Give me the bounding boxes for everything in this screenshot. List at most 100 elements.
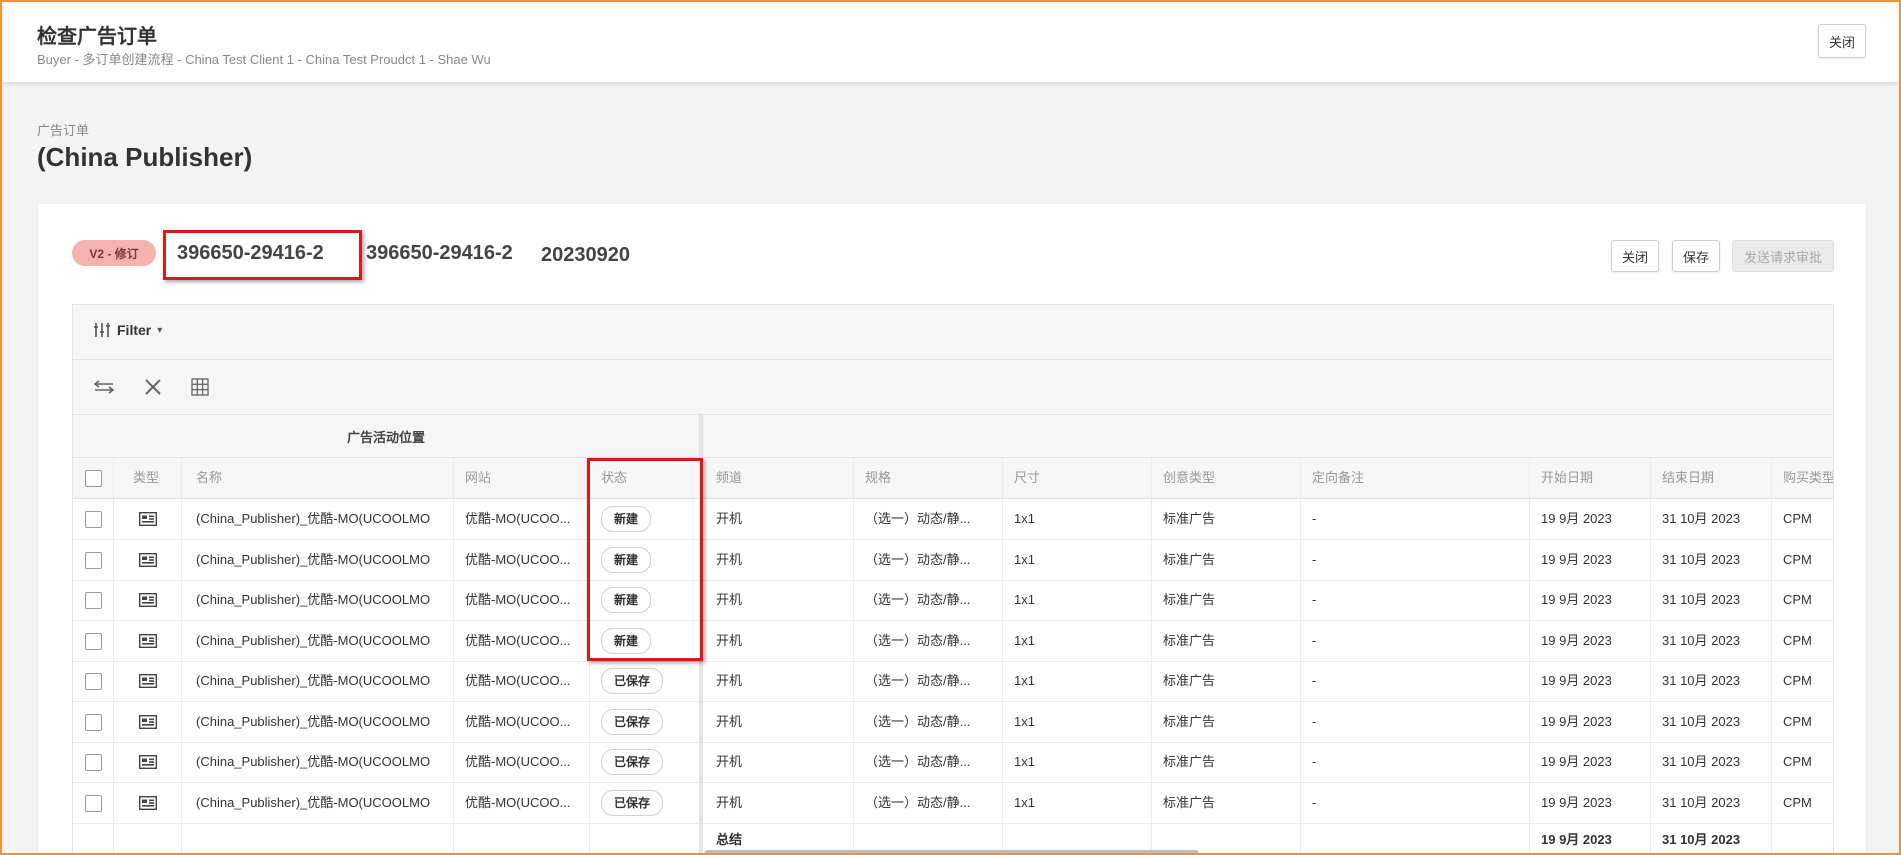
ad-unit-icon [139,499,173,539]
table-header: 类型 名称 网站 状态 频道 规格 尺寸 创意类型 定向备注 开始日期 结束日期… [73,458,1833,499]
save-button[interactable]: 保存 [1672,240,1720,272]
filter-label: Filter [117,322,152,338]
swap-icon[interactable] [92,376,116,398]
col-header-targeting[interactable]: 定向备注 [1312,458,1462,498]
summary-label: 总结 [716,832,743,847]
grid-icon[interactable] [188,376,212,398]
cell-status: 新建 [601,580,681,620]
header-bar: 检查广告订单 Buyer - 多订单创建流程 - China Test Clie… [2,2,1899,82]
cell-buy-type: CPM [1783,673,1812,688]
cell-creative-type: 标准广告 [1163,592,1216,607]
page-subtitle: Buyer - 多订单创建流程 - China Test Client 1 - … [37,52,491,67]
col-header-spec[interactable]: 规格 [865,458,965,498]
table-row[interactable]: (China_Publisher)_优酷-MO(UCOOLMO... 优酷-MO(… [73,621,1833,662]
row-checkbox[interactable] [85,551,102,569]
cell-site: 优酷-MO(UCOO... [465,713,571,729]
cell-status: 已保存 [601,661,681,701]
ad-unit-icon [139,661,173,701]
cell-name: (China_Publisher)_优酷-MO(UCOOLMO... [196,551,431,567]
cell-targeting: - [1312,632,1317,648]
cell-spec: （选一）动态/静... [865,754,971,769]
cell-buy-type: CPM [1783,713,1812,729]
cell-size: 1x1 [1014,511,1035,526]
cell-buy-type: CPM [1783,794,1812,810]
filter-dropdown[interactable]: Filter ▾ [93,322,162,338]
table-row[interactable]: (China_Publisher)_优酷-MO(UCOOLMO... 优酷-MO(… [73,783,1833,824]
row-checkbox[interactable] [85,592,102,609]
cell-targeting: - [1312,713,1317,729]
row-checkbox[interactable] [85,794,102,812]
cell-site: 优酷-MO(UCOO... [465,592,571,607]
select-all-checkbox[interactable] [85,470,102,487]
table-row[interactable]: (China_Publisher)_优酷-MO(UCOOLMO... 优酷-MO(… [73,742,1833,783]
close-icon[interactable] [141,376,165,398]
order-id-primary: 396650-29416-2 [177,242,324,264]
table-row[interactable]: (China_Publisher)_优酷-MO(UCOOLMO... 优酷-MO(… [73,499,1833,540]
summary-end-date: 31 10月 2023 [1662,832,1741,847]
cell-channel: 开机 [716,511,743,526]
breadcrumb: 广告订单 [37,123,90,138]
cell-creative-type: 标准广告 [1163,754,1216,769]
ad-unit-icon [139,702,173,742]
col-header-channel[interactable]: 频道 [716,458,816,498]
table-toolbar [73,360,1833,415]
cell-start-date: 19 9月 2023 [1541,551,1612,567]
cell-creative-type: 标准广告 [1163,673,1216,688]
col-header-buy-type[interactable]: 购买类型 [1783,458,1833,498]
cell-channel: 开机 [716,754,743,769]
cell-end-date: 31 10月 2023 [1662,673,1741,688]
cell-channel: 开机 [716,551,743,567]
col-header-type[interactable]: 类型 [133,458,183,498]
close-button[interactable]: 关闭 [1611,240,1659,272]
chevron-down-icon: ▾ [157,324,163,336]
cell-channel: 开机 [716,632,743,648]
status-badge: 已保存 [601,668,664,694]
status-badge: 已保存 [601,708,664,735]
horizontal-scrollbar[interactable] [704,850,1199,853]
row-checkbox[interactable] [85,713,102,731]
header-close-button[interactable]: 关闭 [1818,24,1866,58]
summary-start-date: 19 9月 2023 [1541,832,1612,847]
col-header-site[interactable]: 网站 [465,458,565,498]
status-badge: 新建 [601,546,652,573]
ad-unit-icon [139,580,173,620]
cell-name: (China_Publisher)_优酷-MO(UCOOLMO... [196,673,431,688]
cell-name: (China_Publisher)_优酷-MO(UCOOLMO... [196,632,431,648]
cell-size: 1x1 [1014,794,1035,810]
cell-start-date: 19 9月 2023 [1541,592,1612,607]
status-badge: 新建 [601,627,652,654]
col-header-name[interactable]: 名称 [196,458,396,498]
col-header-status[interactable]: 状态 [601,458,681,498]
cell-name: (China_Publisher)_优酷-MO(UCOOLMO... [196,713,431,729]
cell-targeting: - [1312,551,1317,567]
filter-icon [94,323,110,337]
cell-end-date: 31 10月 2023 [1662,794,1741,810]
cell-start-date: 19 9月 2023 [1541,632,1612,648]
cell-spec: （选一）动态/静... [865,794,971,810]
cell-site: 优酷-MO(UCOO... [465,673,571,688]
group-header-placements: 广告活动位置 [346,429,425,445]
submit-approval-button[interactable]: 发送请求审批 [1732,240,1834,272]
cell-channel: 开机 [716,794,743,810]
row-checkbox[interactable] [85,673,102,690]
status-badge: 已保存 [601,789,664,816]
cell-status: 已保存 [601,742,681,782]
col-header-end-date[interactable]: 结束日期 [1662,458,1762,498]
row-checkbox[interactable] [85,754,102,771]
cell-name: (China_Publisher)_优酷-MO(UCOOLMO... [196,754,431,769]
table-row[interactable]: (China_Publisher)_优酷-MO(UCOOLMO... 优酷-MO(… [73,580,1833,621]
table-row[interactable]: (China_Publisher)_优酷-MO(UCOOLMO... 优酷-MO(… [73,702,1833,743]
col-header-start-date[interactable]: 开始日期 [1541,458,1641,498]
col-header-creative-type[interactable]: 创意类型 [1163,458,1263,498]
row-checkbox[interactable] [85,511,102,528]
cell-size: 1x1 [1014,754,1035,769]
col-header-size[interactable]: 尺寸 [1014,458,1114,498]
cell-creative-type: 标准广告 [1163,551,1216,567]
table-row[interactable]: (China_Publisher)_优酷-MO(UCOOLMO... 优酷-MO(… [73,661,1833,702]
status-badge: 新建 [601,506,652,532]
cell-creative-type: 标准广告 [1163,511,1216,526]
row-checkbox[interactable] [85,632,102,650]
cell-start-date: 19 9月 2023 [1541,794,1612,810]
cell-site: 优酷-MO(UCOO... [465,794,571,810]
table-row[interactable]: (China_Publisher)_优酷-MO(UCOOLMO... 优酷-MO(… [73,540,1833,581]
